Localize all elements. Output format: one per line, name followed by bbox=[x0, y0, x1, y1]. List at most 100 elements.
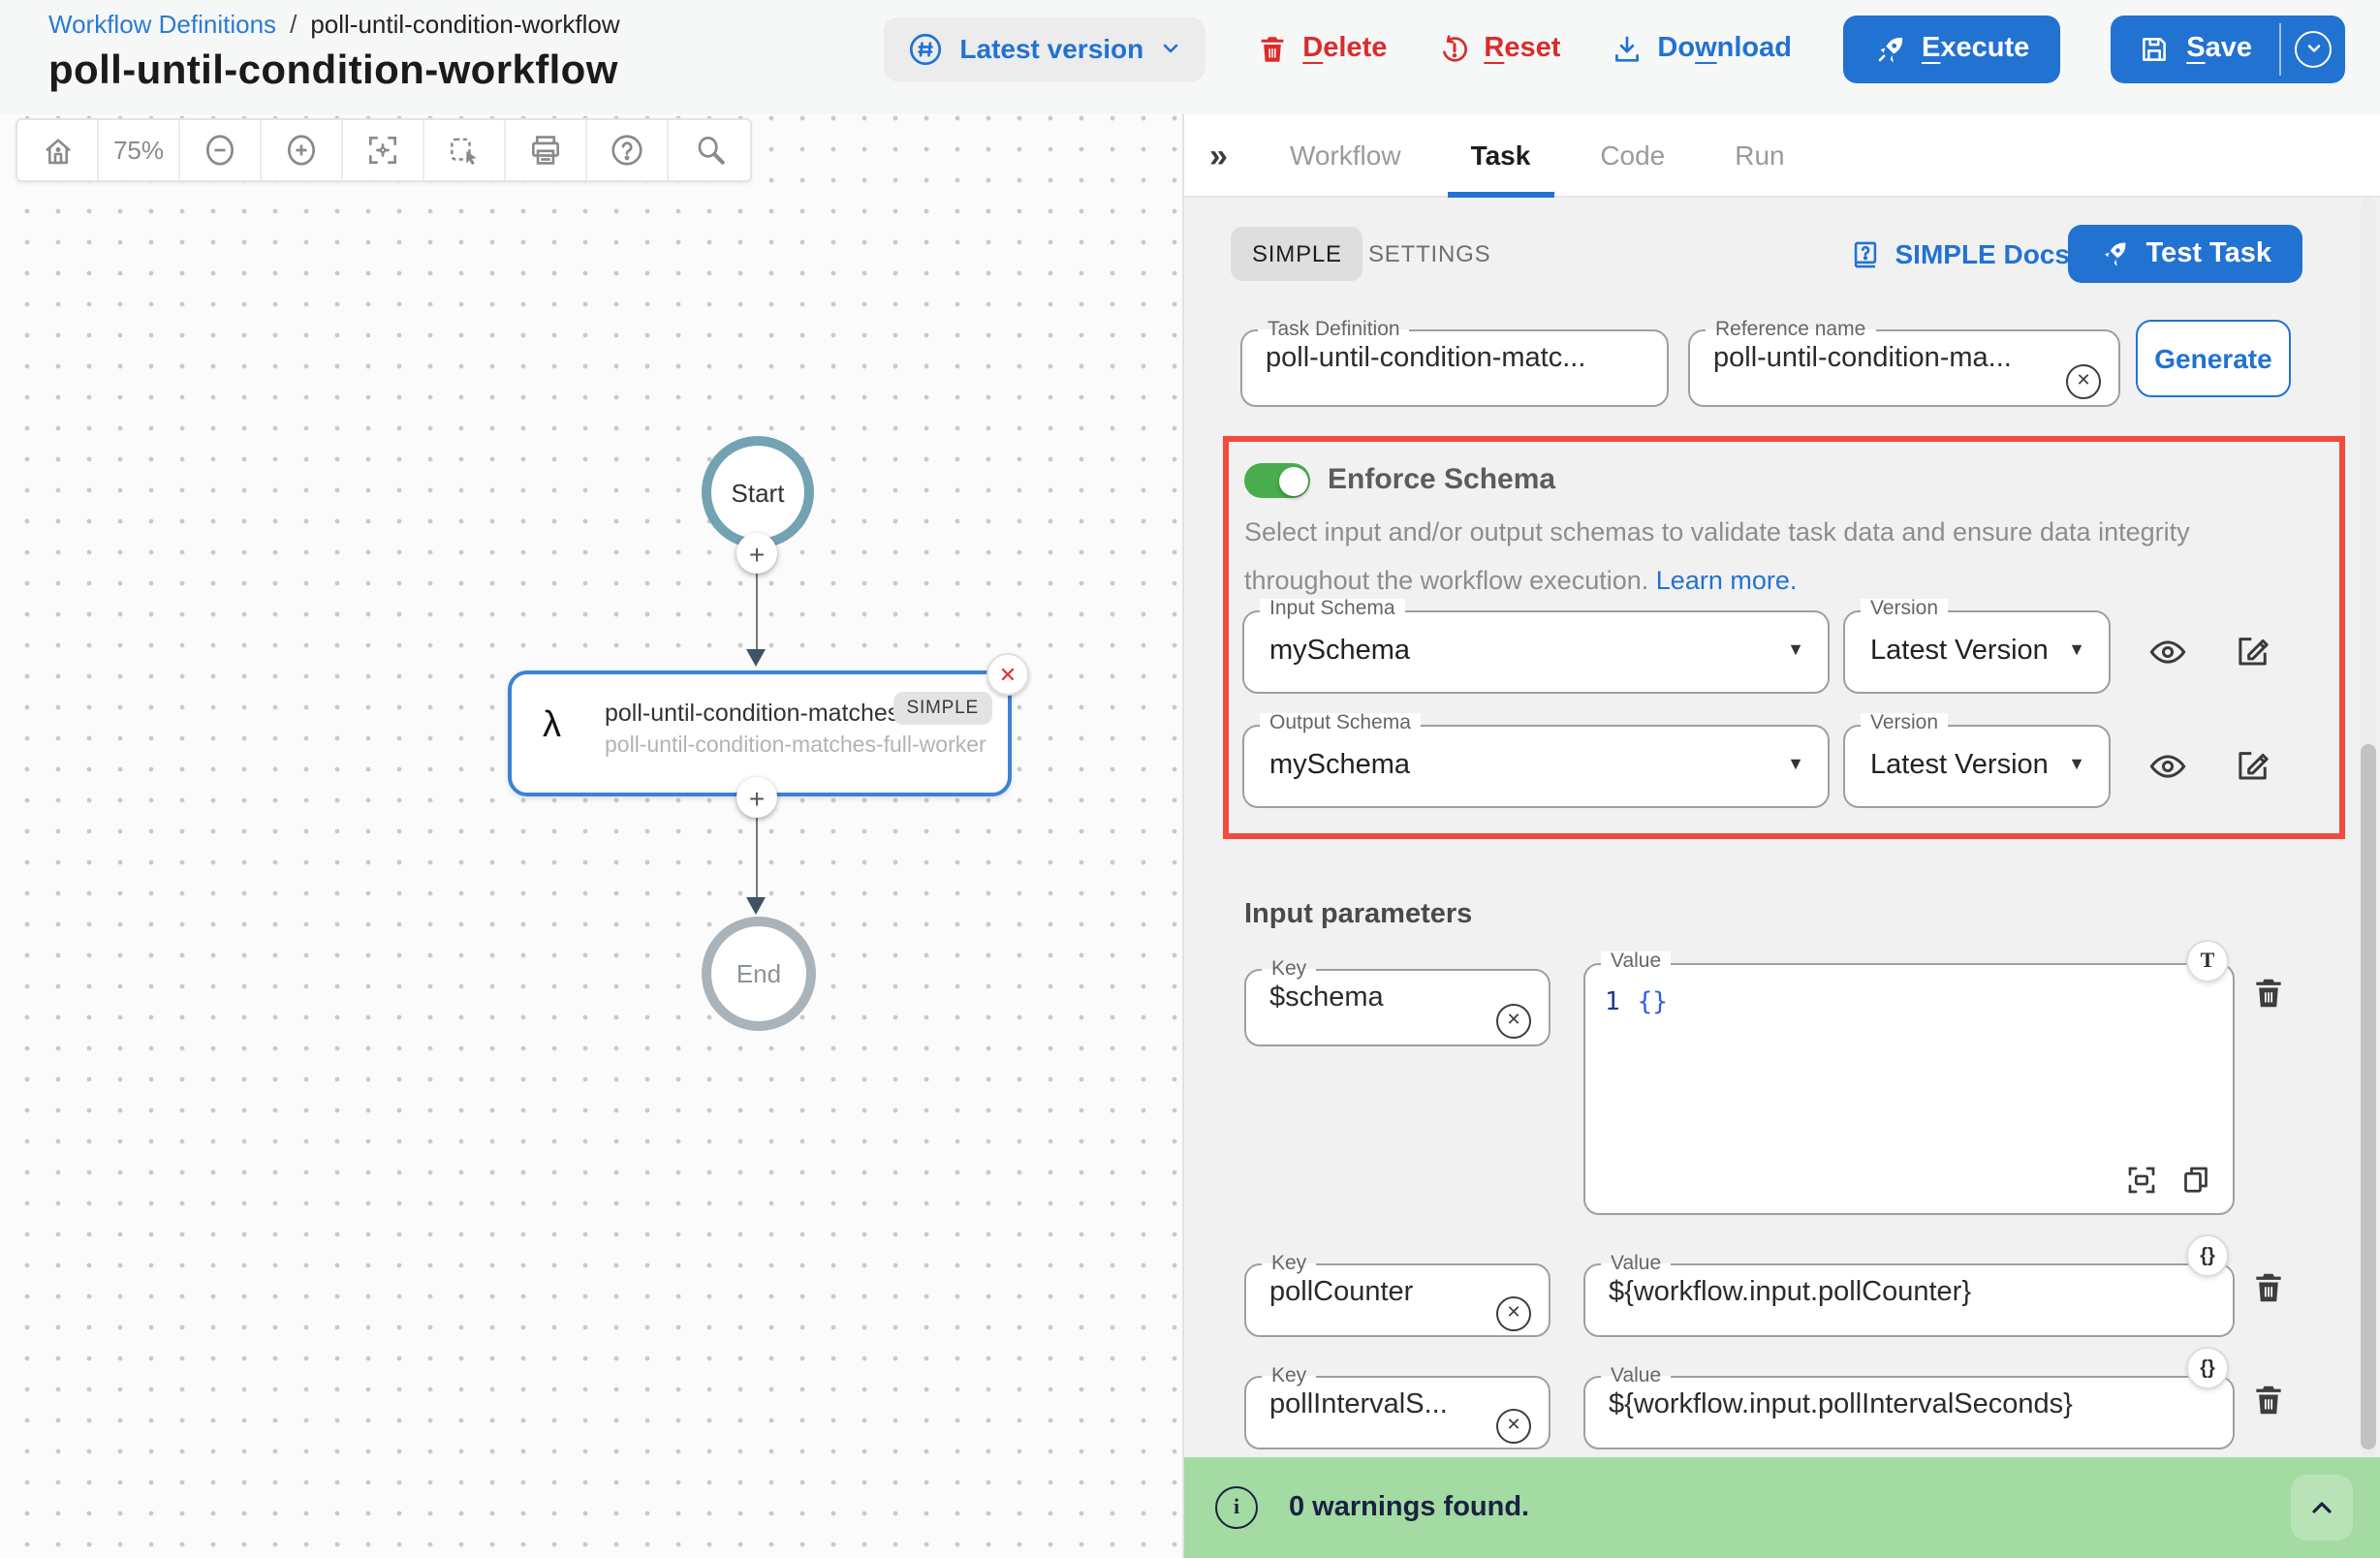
start-node[interactable]: Start bbox=[702, 436, 814, 548]
key-label: Key bbox=[1262, 959, 1316, 980]
zoom-out-button[interactable] bbox=[180, 120, 262, 180]
trash-icon bbox=[2250, 1382, 2287, 1418]
param-key-input[interactable] bbox=[1269, 982, 1479, 1013]
home-button[interactable] bbox=[17, 120, 99, 180]
param-value-input[interactable] bbox=[1609, 1276, 2178, 1307]
output-schema-version-select[interactable]: Version Latest Version ▼ bbox=[1843, 725, 2111, 808]
line-number: 1 bbox=[1605, 988, 1620, 1017]
simple-docs-link[interactable]: SIMPLE Docs bbox=[1849, 227, 2071, 281]
reference-name-input[interactable] bbox=[1713, 342, 2041, 373]
execute-label: Execute bbox=[1922, 33, 2029, 64]
panel-content: SIMPLE SETTINGS SIMPLE Docs Test Task bbox=[1184, 198, 2380, 1457]
reference-name-label: Reference name bbox=[1706, 320, 1875, 340]
save-options-button[interactable] bbox=[2281, 15, 2345, 82]
edit-input-schema-button[interactable] bbox=[2233, 630, 2273, 670]
delete-button[interactable]: Delete bbox=[1256, 32, 1387, 65]
delete-param-button[interactable] bbox=[2250, 1269, 2287, 1306]
home-icon bbox=[40, 133, 75, 168]
workflow-canvas[interactable]: 75% bbox=[0, 114, 1184, 1558]
download-button[interactable]: Download bbox=[1611, 32, 1792, 65]
tab-run[interactable]: Run bbox=[1700, 113, 1819, 197]
view-output-schema-button[interactable] bbox=[2147, 746, 2188, 787]
param-key-input[interactable] bbox=[1269, 1388, 1479, 1419]
help-button[interactable] bbox=[587, 120, 669, 180]
enforce-schema-toggle[interactable] bbox=[1244, 463, 1310, 498]
collapse-status-bar-button[interactable] bbox=[2291, 1475, 2353, 1541]
fit-view-button[interactable] bbox=[343, 120, 424, 180]
generate-button[interactable]: Generate bbox=[2136, 320, 2291, 397]
learn-more-link[interactable]: Learn more. bbox=[1656, 566, 1798, 595]
view-input-schema-button[interactable] bbox=[2147, 632, 2188, 672]
download-icon bbox=[1611, 32, 1644, 65]
task-type-badge: SIMPLE bbox=[893, 692, 993, 725]
clear-key-icon[interactable]: ✕ bbox=[1496, 1295, 1531, 1330]
enforce-schema-title: Enforce Schema bbox=[1328, 463, 1555, 496]
warnings-message: 0 warnings found. bbox=[1289, 1492, 1529, 1523]
search-icon bbox=[691, 132, 728, 169]
braces-icon: {} bbox=[2200, 1245, 2215, 1266]
scrollbar-thumb[interactable] bbox=[2361, 744, 2376, 1449]
delete-param-button[interactable] bbox=[2250, 975, 2287, 1012]
braces-icon: {} bbox=[2200, 1357, 2215, 1379]
input-schema-select[interactable]: Input Schema mySchema ▼ bbox=[1242, 610, 1830, 694]
subtab-settings[interactable]: SETTINGS bbox=[1368, 227, 1490, 281]
param-value-field: Value bbox=[1583, 1254, 2235, 1337]
task-definition-input[interactable] bbox=[1266, 342, 1613, 373]
test-task-button[interactable]: Test Task bbox=[2069, 225, 2303, 283]
zoom-level-button[interactable]: 75% bbox=[99, 120, 180, 180]
output-schema-value: mySchema bbox=[1269, 750, 1410, 781]
param-value-editor[interactable]: Value 1 {} bbox=[1583, 963, 2235, 1215]
top-actions: Latest version Delete Reset bbox=[884, 0, 2345, 97]
end-node[interactable]: End bbox=[702, 917, 816, 1031]
value-label: Value bbox=[1601, 1366, 1671, 1387]
search-button[interactable] bbox=[669, 120, 750, 180]
warnings-status-bar: i 0 warnings found. bbox=[1184, 1457, 2380, 1558]
breadcrumb-workflow-definitions[interactable]: Workflow Definitions bbox=[48, 10, 276, 39]
tab-code[interactable]: Code bbox=[1565, 113, 1700, 197]
execute-button[interactable]: Execute bbox=[1842, 15, 2060, 82]
print-button[interactable] bbox=[506, 120, 587, 180]
page-title: poll-until-condition-workflow bbox=[48, 48, 618, 95]
chevron-down-icon: ▼ bbox=[2068, 754, 2085, 773]
clear-key-icon[interactable]: ✕ bbox=[1496, 1003, 1531, 1038]
reset-button[interactable]: Reset bbox=[1437, 32, 1560, 65]
param-value-input[interactable] bbox=[1609, 1388, 2178, 1419]
output-schema-select[interactable]: Output Schema mySchema ▼ bbox=[1242, 725, 1830, 808]
start-node-label: Start bbox=[732, 478, 785, 507]
fit-view-icon bbox=[364, 132, 401, 169]
tab-task[interactable]: Task bbox=[1436, 113, 1566, 197]
edge-task-to-end bbox=[756, 818, 758, 907]
save-button[interactable]: Save bbox=[2111, 15, 2279, 82]
rocket-icon bbox=[1873, 32, 1906, 65]
version-selector-label: Latest version bbox=[959, 33, 1143, 64]
clear-key-icon[interactable]: ✕ bbox=[1496, 1408, 1531, 1443]
subtab-simple[interactable]: SIMPLE bbox=[1231, 227, 1363, 281]
delete-param-button[interactable] bbox=[2250, 1382, 2287, 1418]
edit-output-schema-button[interactable] bbox=[2233, 744, 2273, 785]
collapse-panel-icon[interactable]: » bbox=[1209, 139, 1228, 171]
key-label: Key bbox=[1262, 1254, 1316, 1274]
clear-reference-icon[interactable]: ✕ bbox=[2066, 363, 2101, 398]
add-task-button-after-task[interactable]: + bbox=[736, 777, 777, 818]
tab-workflow[interactable]: Workflow bbox=[1255, 113, 1436, 197]
braces-badge[interactable]: {} bbox=[2186, 1347, 2229, 1389]
text-format-toggle[interactable]: T bbox=[2186, 940, 2229, 982]
edge-arrowhead bbox=[746, 649, 766, 667]
enforce-schema-description: Select input and/or output schemas to va… bbox=[1244, 508, 2301, 605]
info-icon: i bbox=[1215, 1486, 1258, 1529]
add-task-button-after-start[interactable]: + bbox=[736, 533, 777, 574]
top-bar: Workflow Definitions / poll-until-condit… bbox=[0, 0, 2380, 114]
expand-editor-icon[interactable] bbox=[2124, 1163, 2159, 1198]
braces-badge[interactable]: {} bbox=[2186, 1234, 2229, 1277]
zoom-in-button[interactable] bbox=[262, 120, 343, 180]
remove-task-button[interactable]: ✕ bbox=[986, 653, 1029, 696]
param-key-input[interactable] bbox=[1269, 1276, 1479, 1307]
copy-icon[interactable] bbox=[2178, 1163, 2213, 1198]
version-selector[interactable]: Latest version bbox=[884, 16, 1206, 80]
task-definition-label: Task Definition bbox=[1258, 320, 1410, 340]
delete-label: Delete bbox=[1302, 33, 1387, 64]
input-schema-version-select[interactable]: Version Latest Version ▼ bbox=[1843, 610, 2111, 694]
zoom-in-icon bbox=[283, 132, 320, 169]
param-value-field: Value bbox=[1583, 1366, 2235, 1449]
select-mode-button[interactable] bbox=[424, 120, 506, 180]
